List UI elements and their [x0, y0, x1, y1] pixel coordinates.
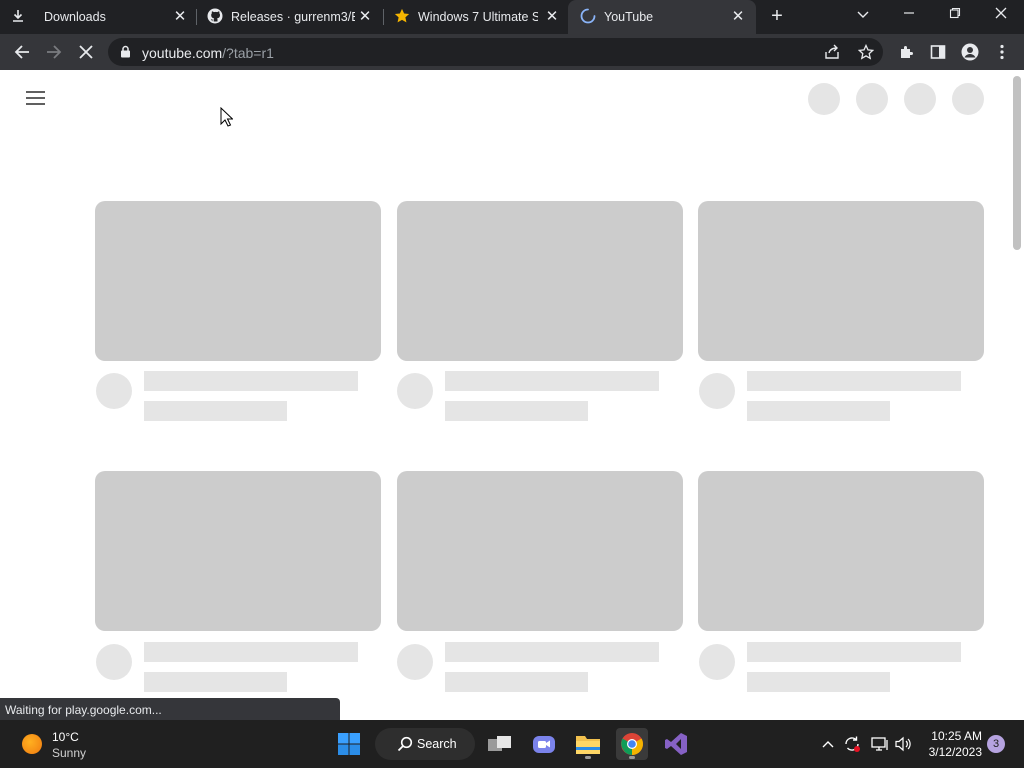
- network-display-icon[interactable]: [870, 734, 890, 754]
- more-menu-icon[interactable]: [990, 40, 1014, 64]
- tab-strip: Downloads ✕ Releases · gurrenm3/BT ✕ Win…: [0, 0, 1024, 34]
- volume-speaker-icon[interactable]: [894, 734, 914, 754]
- mouse-pointer-icon: [220, 106, 234, 132]
- address-bar[interactable]: youtube.com/?tab=r1: [108, 38, 883, 66]
- header-placeholder-circle: [808, 83, 840, 115]
- windows-start-icon[interactable]: [333, 728, 365, 760]
- channel-avatar-placeholder: [397, 644, 433, 680]
- sync-update-icon[interactable]: [842, 734, 862, 754]
- video-title-placeholder: [144, 642, 358, 662]
- channel-avatar-placeholder: [96, 644, 132, 680]
- scrollbar-thumb[interactable]: [1013, 76, 1021, 250]
- teams-chat-icon[interactable]: [528, 728, 560, 760]
- tab-title: Downloads: [44, 10, 106, 24]
- new-tab-button[interactable]: +: [766, 6, 788, 28]
- header-placeholder-circle: [904, 83, 936, 115]
- channel-avatar-placeholder: [699, 373, 735, 409]
- taskbar: 10°C Sunny Search 10:25 AM 3/12/2023 3: [0, 720, 1024, 768]
- header-placeholder-circle: [952, 83, 984, 115]
- close-tab-icon[interactable]: ✕: [357, 9, 373, 25]
- channel-avatar-placeholder: [699, 644, 735, 680]
- tab-windows7[interactable]: Windows 7 Ultimate SP ✕: [384, 0, 566, 34]
- close-tab-icon[interactable]: ✕: [730, 9, 746, 25]
- notification-count-badge[interactable]: 3: [987, 735, 1005, 753]
- video-meta-placeholder: [445, 401, 588, 421]
- close-tab-icon[interactable]: ✕: [544, 9, 560, 25]
- stop-loading-icon[interactable]: [74, 40, 98, 64]
- loading-spinner-icon: [580, 8, 596, 24]
- video-thumbnail-placeholder: [397, 201, 683, 361]
- search-icon: [397, 736, 413, 757]
- url-host: youtube.com: [142, 45, 223, 61]
- video-title-placeholder: [747, 642, 961, 662]
- tab-search-icon[interactable]: [851, 6, 875, 28]
- close-tab-icon[interactable]: ✕: [172, 9, 188, 25]
- video-title-placeholder: [445, 371, 659, 391]
- url-text[interactable]: youtube.com/?tab=r1: [142, 45, 274, 61]
- clock-date[interactable]: 3/12/2023: [922, 745, 982, 759]
- browser-toolbar: youtube.com/?tab=r1: [0, 34, 1024, 70]
- task-view-icon[interactable]: [484, 728, 516, 760]
- side-panel-icon[interactable]: [926, 40, 950, 64]
- video-title-placeholder: [144, 371, 358, 391]
- video-thumbnail-placeholder: [698, 201, 984, 361]
- file-explorer-icon[interactable]: [572, 728, 604, 760]
- lock-icon[interactable]: [120, 45, 131, 63]
- video-thumbnail-placeholder: [95, 471, 381, 631]
- video-thumbnail-placeholder: [397, 471, 683, 631]
- extensions-puzzle-icon[interactable]: [894, 40, 918, 64]
- video-thumbnail-placeholder: [698, 471, 984, 631]
- tab-youtube[interactable]: YouTube ✕: [568, 0, 756, 34]
- channel-avatar-placeholder: [397, 373, 433, 409]
- star-icon: [394, 8, 410, 24]
- weather-temperature[interactable]: 10°C: [52, 730, 79, 744]
- channel-avatar-placeholder: [96, 373, 132, 409]
- video-meta-placeholder: [144, 401, 287, 421]
- video-thumbnail-placeholder: [95, 201, 381, 361]
- vertical-scrollbar[interactable]: [1010, 70, 1024, 720]
- show-hidden-icons-chevron-icon[interactable]: [818, 734, 838, 754]
- close-window-icon[interactable]: [989, 6, 1013, 28]
- tab-downloads[interactable]: Downloads ✕: [0, 0, 196, 34]
- video-meta-placeholder: [144, 672, 287, 692]
- tab-title: YouTube: [604, 10, 654, 24]
- tab-releases[interactable]: Releases · gurrenm3/BT ✕: [197, 0, 383, 34]
- page-viewport: [0, 70, 1024, 720]
- app-running-indicator: [629, 756, 635, 759]
- menu-hamburger-icon[interactable]: [26, 90, 46, 106]
- video-meta-placeholder: [445, 672, 588, 692]
- video-title-placeholder: [747, 371, 961, 391]
- bookmark-star-icon[interactable]: [854, 40, 878, 64]
- back-arrow-icon[interactable]: [10, 40, 34, 64]
- video-title-placeholder: [445, 642, 659, 662]
- taskbar-search-button[interactable]: Search: [375, 728, 475, 760]
- search-label: Search: [417, 737, 457, 751]
- header-placeholder-circle: [856, 83, 888, 115]
- chrome-app-icon[interactable]: [616, 728, 648, 760]
- forward-arrow-icon[interactable]: [42, 40, 66, 64]
- clock-time[interactable]: 10:25 AM: [928, 729, 982, 743]
- app-running-indicator: [585, 756, 591, 759]
- video-meta-placeholder: [747, 672, 890, 692]
- url-path: /?tab=r1: [222, 45, 274, 61]
- profile-icon[interactable]: [958, 40, 982, 64]
- minimize-icon[interactable]: [897, 6, 921, 28]
- weather-condition[interactable]: Sunny: [52, 746, 86, 760]
- status-bubble: Waiting for play.google.com...: [0, 698, 340, 722]
- sun-weather-icon[interactable]: [22, 734, 42, 754]
- tab-title: Windows 7 Ultimate SP: [418, 10, 538, 24]
- share-icon[interactable]: [820, 40, 844, 64]
- video-meta-placeholder: [747, 401, 890, 421]
- visual-studio-icon[interactable]: [660, 728, 692, 760]
- restore-icon[interactable]: [943, 6, 967, 28]
- github-icon: [207, 8, 223, 24]
- download-icon: [10, 8, 26, 24]
- tab-title: Releases · gurrenm3/BT: [231, 10, 355, 24]
